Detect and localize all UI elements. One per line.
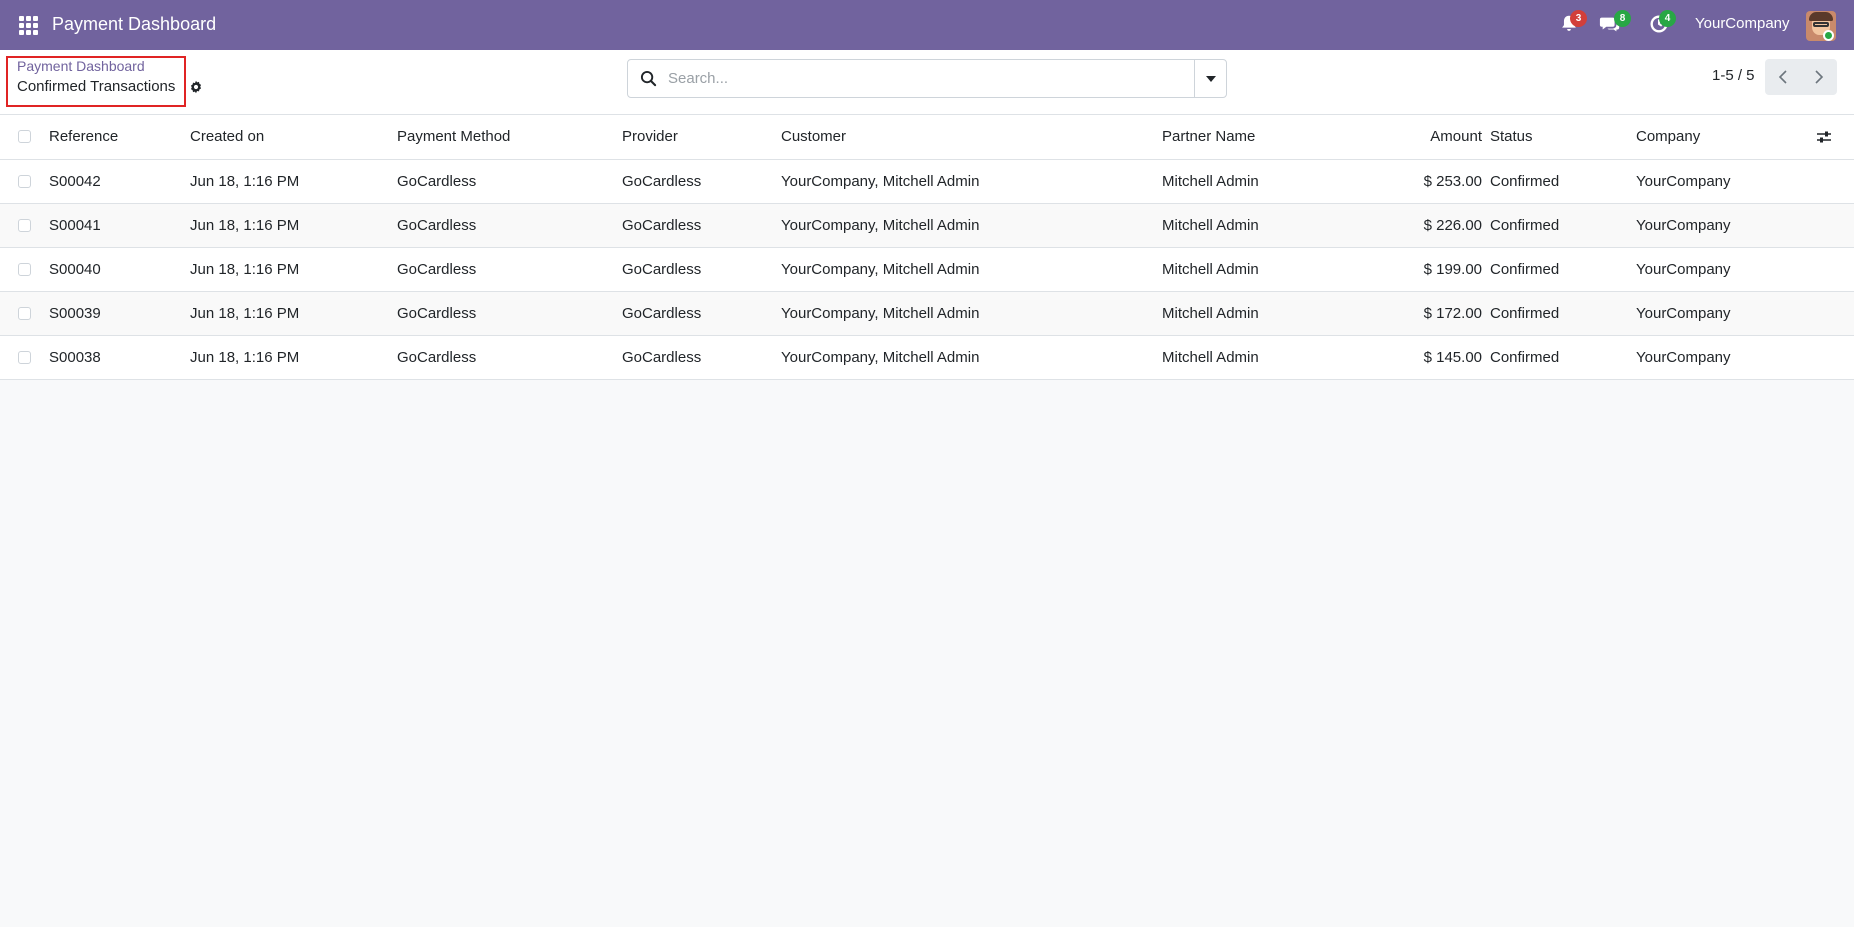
header-partner-name[interactable]: Partner Name xyxy=(1162,115,1357,160)
cell-reference: S00042 xyxy=(49,159,190,204)
page-title: Confirmed Transactions xyxy=(17,78,176,95)
cell-created-on: Jun 18, 1:16 PM xyxy=(190,291,397,336)
cell-provider: GoCardless xyxy=(622,203,781,248)
cell-amount: $ 145.00 xyxy=(1357,335,1490,380)
optional-columns-cell xyxy=(1816,115,1854,160)
activity-bell-button[interactable]: 3 xyxy=(1558,10,1587,37)
cell-provider: GoCardless xyxy=(622,247,781,292)
breadcrumb-parent-link[interactable]: Payment Dashboard xyxy=(17,58,145,74)
transactions-table: Reference Created on Payment Method Prov… xyxy=(0,115,1854,380)
cell-payment-method: GoCardless xyxy=(397,247,622,292)
cell-provider: GoCardless xyxy=(622,335,781,380)
cell-status: Confirmed xyxy=(1490,335,1636,380)
header-status[interactable]: Status xyxy=(1490,115,1636,160)
cell-partner-name: Mitchell Admin xyxy=(1162,291,1357,336)
cell-reference: S00040 xyxy=(49,247,190,292)
cell-status: Confirmed xyxy=(1490,247,1636,292)
activities-clock-button[interactable]: 4 xyxy=(1648,10,1676,37)
cell-partner-name: Mitchell Admin xyxy=(1162,159,1357,204)
header-payment-method[interactable]: Payment Method xyxy=(397,115,622,160)
header-provider[interactable]: Provider xyxy=(622,115,781,160)
cell-status: Confirmed xyxy=(1490,203,1636,248)
cell-company: YourCompany xyxy=(1636,247,1816,292)
cell-customer: YourCompany, Mitchell Admin xyxy=(781,203,1162,248)
cell-reference: S00039 xyxy=(49,291,190,336)
cell-payment-method: GoCardless xyxy=(397,335,622,380)
header-company[interactable]: Company xyxy=(1636,115,1816,160)
search-options-toggle[interactable] xyxy=(1194,60,1226,97)
cell-customer: YourCompany, Mitchell Admin xyxy=(781,247,1162,292)
cell-amount: $ 253.00 xyxy=(1357,159,1490,204)
table-row[interactable]: S00042 Jun 18, 1:16 PM GoCardless GoCard… xyxy=(0,159,1854,204)
messages-count-badge: 8 xyxy=(1614,10,1631,27)
table-row[interactable]: S00040 Jun 18, 1:16 PM GoCardless GoCard… xyxy=(0,247,1854,292)
cell-partner-name: Mitchell Admin xyxy=(1162,335,1357,380)
cell-payment-method: GoCardless xyxy=(397,291,622,336)
cell-provider: GoCardless xyxy=(622,159,781,204)
cell-amount: $ 199.00 xyxy=(1357,247,1490,292)
row-checkbox[interactable] xyxy=(18,306,31,320)
cell-reference: S00038 xyxy=(49,335,190,380)
activity-count-badge: 3 xyxy=(1570,10,1587,27)
top-navbar: Payment Dashboard 3 8 4 YourCompany xyxy=(0,0,1854,50)
table-header-row: Reference Created on Payment Method Prov… xyxy=(0,115,1854,160)
header-amount[interactable]: Amount xyxy=(1357,115,1490,160)
app-grid-icon[interactable] xyxy=(19,16,38,35)
cell-reference: S00041 xyxy=(49,203,190,248)
cell-company: YourCompany xyxy=(1636,335,1816,380)
app-title[interactable]: Payment Dashboard xyxy=(52,14,216,35)
cell-status: Confirmed xyxy=(1490,159,1636,204)
select-all-cell xyxy=(0,115,49,160)
cell-customer: YourCompany, Mitchell Admin xyxy=(781,335,1162,380)
cell-customer: YourCompany, Mitchell Admin xyxy=(781,159,1162,204)
control-panel: Payment Dashboard Confirmed Transactions… xyxy=(0,50,1854,115)
activities-count-badge: 4 xyxy=(1659,10,1676,27)
header-created-on[interactable]: Created on xyxy=(190,115,397,160)
cell-customer: YourCompany, Mitchell Admin xyxy=(781,291,1162,336)
cell-status: Confirmed xyxy=(1490,291,1636,336)
table-row[interactable]: S00041 Jun 18, 1:16 PM GoCardless GoCard… xyxy=(0,203,1854,248)
table-row[interactable]: S00039 Jun 18, 1:16 PM GoCardless GoCard… xyxy=(0,291,1854,336)
pager-previous-button[interactable] xyxy=(1765,59,1801,95)
sliders-icon[interactable] xyxy=(1816,130,1832,144)
online-status-dot xyxy=(1823,30,1834,41)
header-reference[interactable]: Reference xyxy=(49,115,190,160)
cell-company: YourCompany xyxy=(1636,159,1816,204)
chevron-right-icon xyxy=(1815,70,1824,84)
cell-amount: $ 172.00 xyxy=(1357,291,1490,336)
messages-button[interactable]: 8 xyxy=(1599,10,1631,37)
row-checkbox[interactable] xyxy=(18,350,31,364)
caret-down-icon xyxy=(1206,76,1216,82)
cell-payment-method: GoCardless xyxy=(397,203,622,248)
pager-next-button[interactable] xyxy=(1801,59,1837,95)
header-customer[interactable]: Customer xyxy=(781,115,1162,160)
select-all-checkbox[interactable] xyxy=(18,130,31,144)
row-checkbox[interactable] xyxy=(18,218,31,232)
row-checkbox[interactable] xyxy=(18,174,31,188)
search-icon xyxy=(640,70,657,87)
chevron-left-icon xyxy=(1778,70,1787,84)
table-row[interactable]: S00038 Jun 18, 1:16 PM GoCardless GoCard… xyxy=(0,335,1854,380)
pager-value[interactable]: 1-5 / 5 xyxy=(1712,67,1755,84)
cell-partner-name: Mitchell Admin xyxy=(1162,203,1357,248)
row-checkbox[interactable] xyxy=(18,262,31,276)
cell-created-on: Jun 18, 1:16 PM xyxy=(190,335,397,380)
cell-payment-method: GoCardless xyxy=(397,159,622,204)
cell-company: YourCompany xyxy=(1636,291,1816,336)
cell-amount: $ 226.00 xyxy=(1357,203,1490,248)
cell-created-on: Jun 18, 1:16 PM xyxy=(190,159,397,204)
cell-partner-name: Mitchell Admin xyxy=(1162,247,1357,292)
company-switcher[interactable]: YourCompany xyxy=(1695,15,1790,32)
cell-created-on: Jun 18, 1:16 PM xyxy=(190,247,397,292)
gear-icon[interactable] xyxy=(189,80,203,94)
search-input[interactable] xyxy=(668,61,1188,96)
search-bar xyxy=(627,59,1227,98)
cell-provider: GoCardless xyxy=(622,291,781,336)
cell-company: YourCompany xyxy=(1636,203,1816,248)
cell-created-on: Jun 18, 1:16 PM xyxy=(190,203,397,248)
